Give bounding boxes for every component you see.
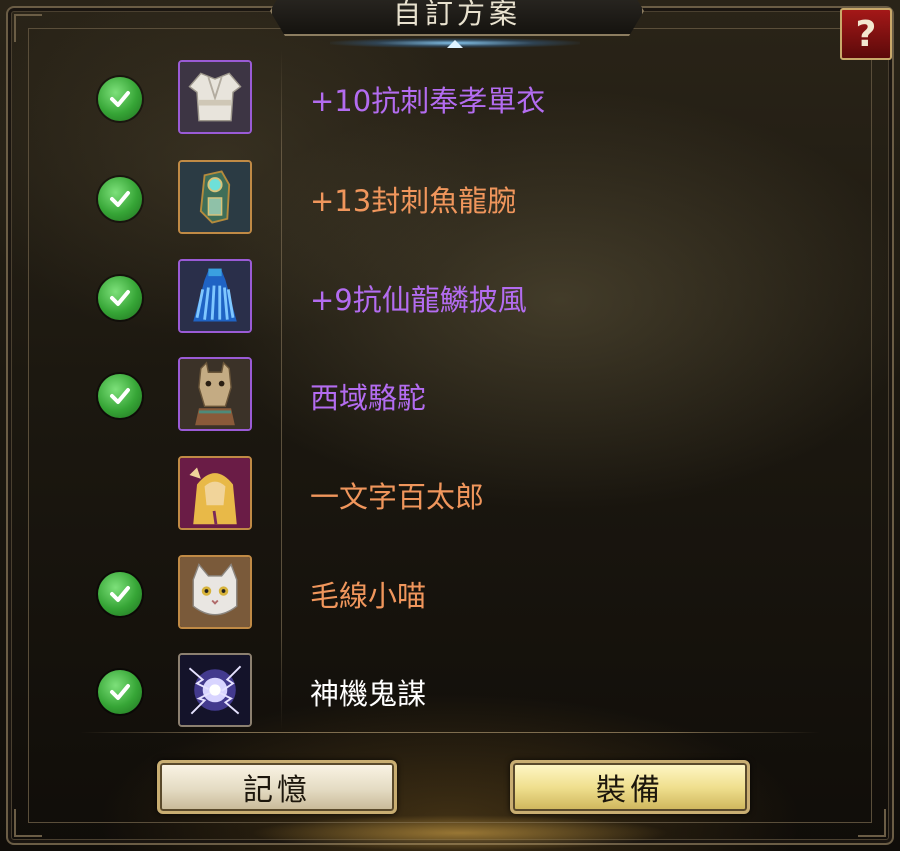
corner-ornament [858, 809, 886, 837]
checkmark-icon[interactable] [98, 670, 142, 714]
bottom-glow [250, 815, 670, 851]
camel-mount-icon[interactable] [178, 357, 252, 431]
equip-button[interactable]: 裝備 [510, 760, 750, 814]
checkmark-icon[interactable] [98, 177, 142, 221]
item-name: 西域駱駝 [310, 381, 427, 415]
blue-feather-cloak-icon[interactable] [178, 259, 252, 333]
equipment-row[interactable]: +13封刺魚龍腕 [90, 158, 790, 238]
equipment-row[interactable]: +9抗仙龍鱗披風 [90, 257, 790, 337]
custom-plan-dialog: 自訂方案 ? +10抗刺奉孝單衣 +13封刺魚龍腕 +9抗仙龍鱗披風 西域駱駝 … [0, 0, 900, 851]
footer-divider [80, 732, 820, 733]
corner-ornament [14, 809, 42, 837]
checkmark-icon[interactable] [98, 374, 142, 418]
checkmark-icon[interactable] [98, 276, 142, 320]
title-plate: 自訂方案 [270, 0, 644, 36]
help-button[interactable]: ? [840, 8, 892, 60]
equipment-row[interactable]: 毛線小喵 [90, 553, 790, 633]
white-robe-icon[interactable] [178, 60, 252, 134]
memory-button[interactable]: 記憶 [157, 760, 397, 814]
lightning-orb-skill-icon[interactable] [178, 653, 252, 727]
skill-row[interactable]: 神機鬼謀 [90, 651, 790, 731]
equipment-row[interactable]: 一文字百太郎 [90, 454, 790, 534]
white-cat-pet-icon[interactable] [178, 555, 252, 629]
item-name: +9抗仙龍鱗披風 [310, 283, 527, 317]
item-name: 神機鬼謀 [310, 677, 427, 711]
checkmark-icon[interactable] [98, 77, 142, 121]
item-name: 毛線小喵 [310, 579, 427, 613]
dialog-title: 自訂方案 [392, 0, 521, 30]
item-name: 一文字百太郎 [310, 480, 485, 514]
scroll-up-indicator-icon [447, 40, 463, 48]
item-name: +10抗刺奉孝單衣 [310, 84, 546, 118]
checkmark-icon[interactable] [98, 572, 142, 616]
corner-ornament [14, 14, 42, 42]
item-name: +13封刺魚龍腕 [310, 184, 517, 218]
golden-hair-pet-icon[interactable] [178, 456, 252, 530]
equipment-row[interactable]: 西域駱駝 [90, 355, 790, 435]
equipment-row[interactable]: +10抗刺奉孝單衣 [90, 58, 790, 138]
jade-bracer-icon[interactable] [178, 160, 252, 234]
